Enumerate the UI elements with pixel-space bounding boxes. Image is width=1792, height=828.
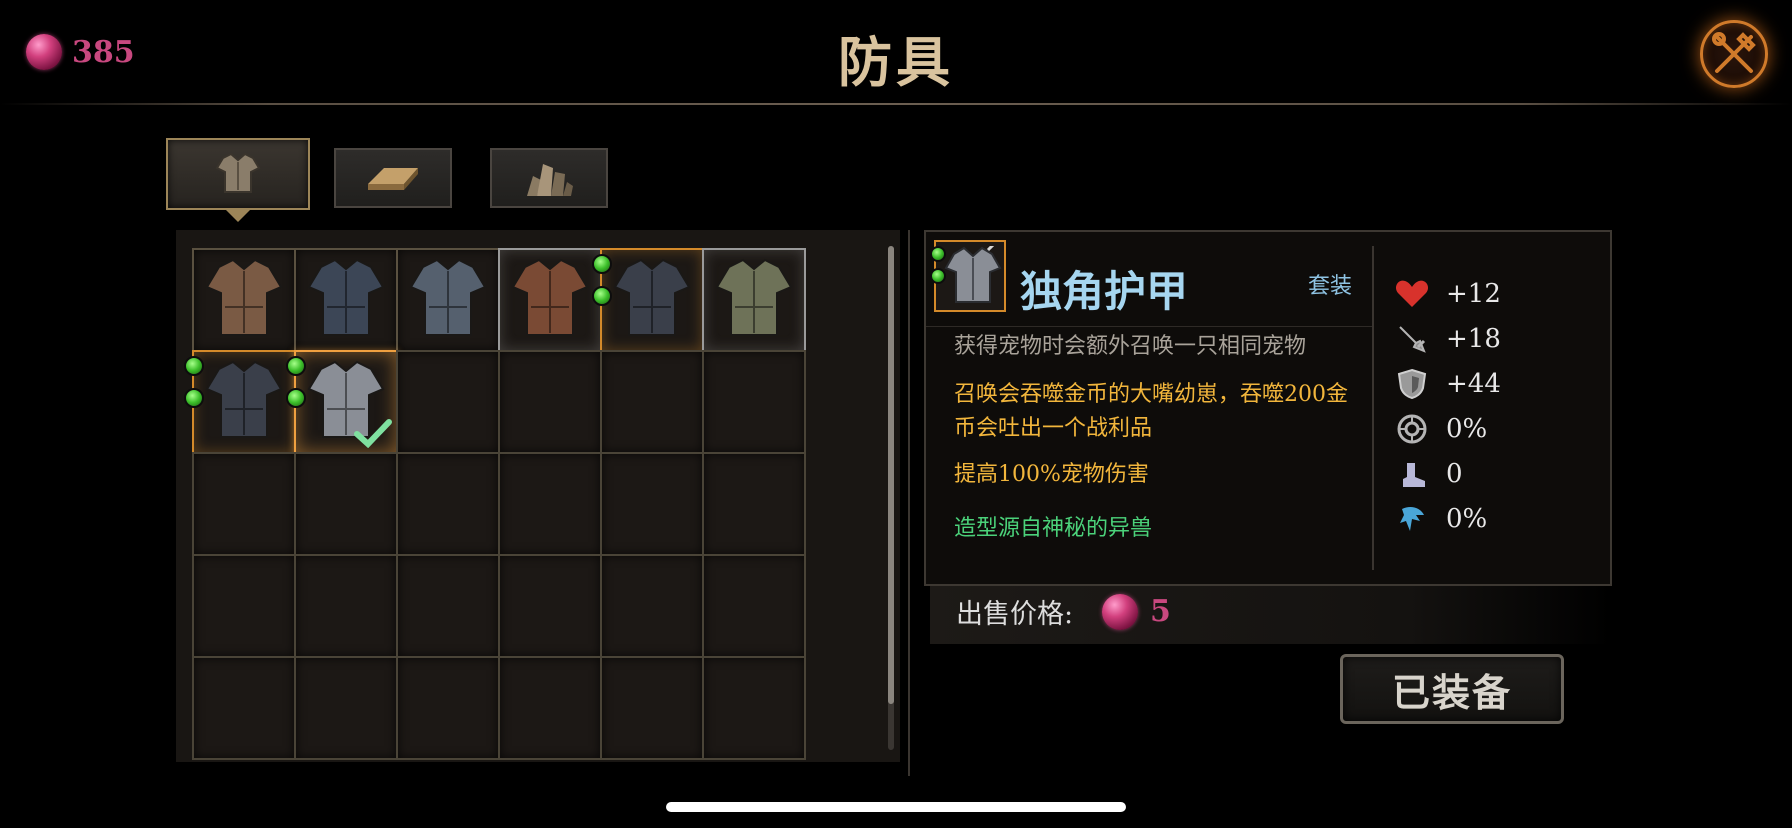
lifesteal-icon	[1394, 501, 1430, 537]
socket-gem-icon	[286, 388, 306, 408]
chestplate-icon	[613, 258, 691, 336]
gem-icon	[1102, 594, 1138, 630]
equip-button-label: 已装备	[1391, 669, 1512, 715]
inventory-slot-empty[interactable]	[396, 554, 500, 658]
inventory-slot-empty[interactable]	[600, 554, 704, 658]
boot-icon	[1394, 456, 1430, 492]
inventory-slot-empty[interactable]	[702, 554, 806, 658]
socket-gem-icon	[286, 356, 306, 376]
chestplate-icon	[205, 360, 283, 438]
tab-armor[interactable]	[166, 138, 310, 222]
inventory-scrollbar[interactable]	[888, 246, 894, 750]
inventory-slot[interactable]	[498, 248, 602, 352]
stat-defense-value: +44	[1446, 369, 1501, 399]
tab-crystal[interactable]	[490, 148, 608, 208]
socket-gem-icon	[592, 286, 612, 306]
inventory-slot[interactable]	[184, 350, 296, 454]
stat-health: +12	[1394, 276, 1501, 312]
stat-speed: 0	[1394, 456, 1463, 492]
item-flavor-text: 造型源自神秘的异兽	[954, 516, 1153, 541]
stat-lifesteal-value: 0%	[1446, 504, 1488, 534]
inventory-slot-empty[interactable]	[396, 350, 500, 454]
stat-crit-value: 0%	[1446, 414, 1488, 444]
inventory-slot-empty[interactable]	[294, 554, 398, 658]
stat-speed-value: 0	[1446, 459, 1463, 489]
inventory-slot-empty[interactable]	[702, 656, 806, 760]
chestplate-icon	[409, 258, 487, 336]
inventory-slot-empty[interactable]	[600, 350, 704, 454]
inventory-slot-empty[interactable]	[498, 554, 602, 658]
chestplate-icon	[715, 258, 793, 336]
home-indicator[interactable]	[666, 802, 1126, 812]
sell-price-label: 出售价格:	[956, 599, 1074, 630]
inventory-slot-empty[interactable]	[702, 350, 806, 454]
chestplate-icon	[511, 258, 589, 336]
header-divider	[0, 103, 1792, 105]
item-name: 独角护甲	[1020, 267, 1189, 316]
inventory-panel	[176, 230, 900, 762]
inventory-slot-empty[interactable]	[498, 350, 602, 454]
equipped-check-icon	[354, 419, 392, 448]
heart-icon	[1394, 276, 1430, 312]
inventory-slot[interactable]	[294, 248, 398, 352]
close-crossed-tools-icon	[1712, 32, 1756, 73]
stat-attack: +18	[1394, 321, 1501, 357]
item-bonus-text: 提高100%宠物伤害	[954, 462, 1149, 487]
shield-icon	[1394, 366, 1430, 402]
selected-item-icon	[930, 240, 1006, 312]
chestplate-icon	[205, 258, 283, 336]
inventory-slot-empty[interactable]	[192, 554, 296, 658]
socket-gem-icon	[592, 254, 612, 274]
page-title: 防具	[838, 30, 954, 94]
inventory-slot-empty[interactable]	[702, 452, 806, 556]
inventory-slot-empty[interactable]	[498, 656, 602, 760]
item-effect-text: 获得宠物时会额外召唤一只相同宠物	[954, 334, 1307, 359]
inventory-slot[interactable]	[192, 248, 296, 352]
chestplate-icon	[307, 258, 385, 336]
ingot-icon	[368, 168, 418, 190]
sword-icon	[1394, 321, 1430, 357]
inventory-slot[interactable]	[396, 248, 500, 352]
inventory-slot[interactable]	[592, 248, 704, 352]
header-bar: 385 防具	[0, 0, 1792, 105]
inventory-slot-empty[interactable]	[294, 452, 398, 556]
inventory-slot-empty[interactable]	[600, 452, 704, 556]
item-set-effect-text: 召唤会吞噬金币的大嘴幼崽，吞噬200金币会吐出一个战利品	[954, 382, 1348, 441]
inventory-slot-empty[interactable]	[498, 452, 602, 556]
sell-price-value: 5	[1150, 594, 1171, 629]
close-button[interactable]	[1700, 20, 1768, 88]
crystal-icon	[527, 164, 573, 196]
scrollbar-thumb[interactable]	[888, 246, 894, 704]
inventory-slot[interactable]	[286, 350, 398, 454]
inventory-slot-empty[interactable]	[294, 656, 398, 760]
inventory-slot-empty[interactable]	[192, 452, 296, 556]
stat-health-value: +12	[1446, 279, 1501, 309]
crit-target-icon	[1394, 411, 1430, 447]
equip-button[interactable]: 已装备	[1340, 654, 1564, 724]
socket-gem-icon	[184, 388, 204, 408]
stat-crit: 0%	[1394, 411, 1487, 447]
stat-attack-value: +18	[1446, 324, 1501, 354]
active-tab-indicator	[226, 210, 250, 222]
panel-divider	[908, 230, 910, 776]
stats-divider	[1372, 246, 1374, 570]
inventory-slot-empty[interactable]	[600, 656, 704, 760]
set-label[interactable]: 套装	[1308, 268, 1352, 300]
inventory-slot-empty[interactable]	[396, 656, 500, 760]
tab-material[interactable]	[334, 148, 452, 208]
stat-defense: +44	[1394, 366, 1501, 402]
chestplate-icon	[944, 246, 1002, 303]
inventory-slot[interactable]	[702, 248, 806, 352]
inventory-slot-empty[interactable]	[396, 452, 500, 556]
inventory-slot-empty[interactable]	[192, 656, 296, 760]
description-divider	[926, 326, 1374, 327]
chestplate-icon	[215, 152, 261, 193]
stat-lifesteal: 0%	[1394, 501, 1487, 537]
socket-gem-icon	[184, 356, 204, 376]
